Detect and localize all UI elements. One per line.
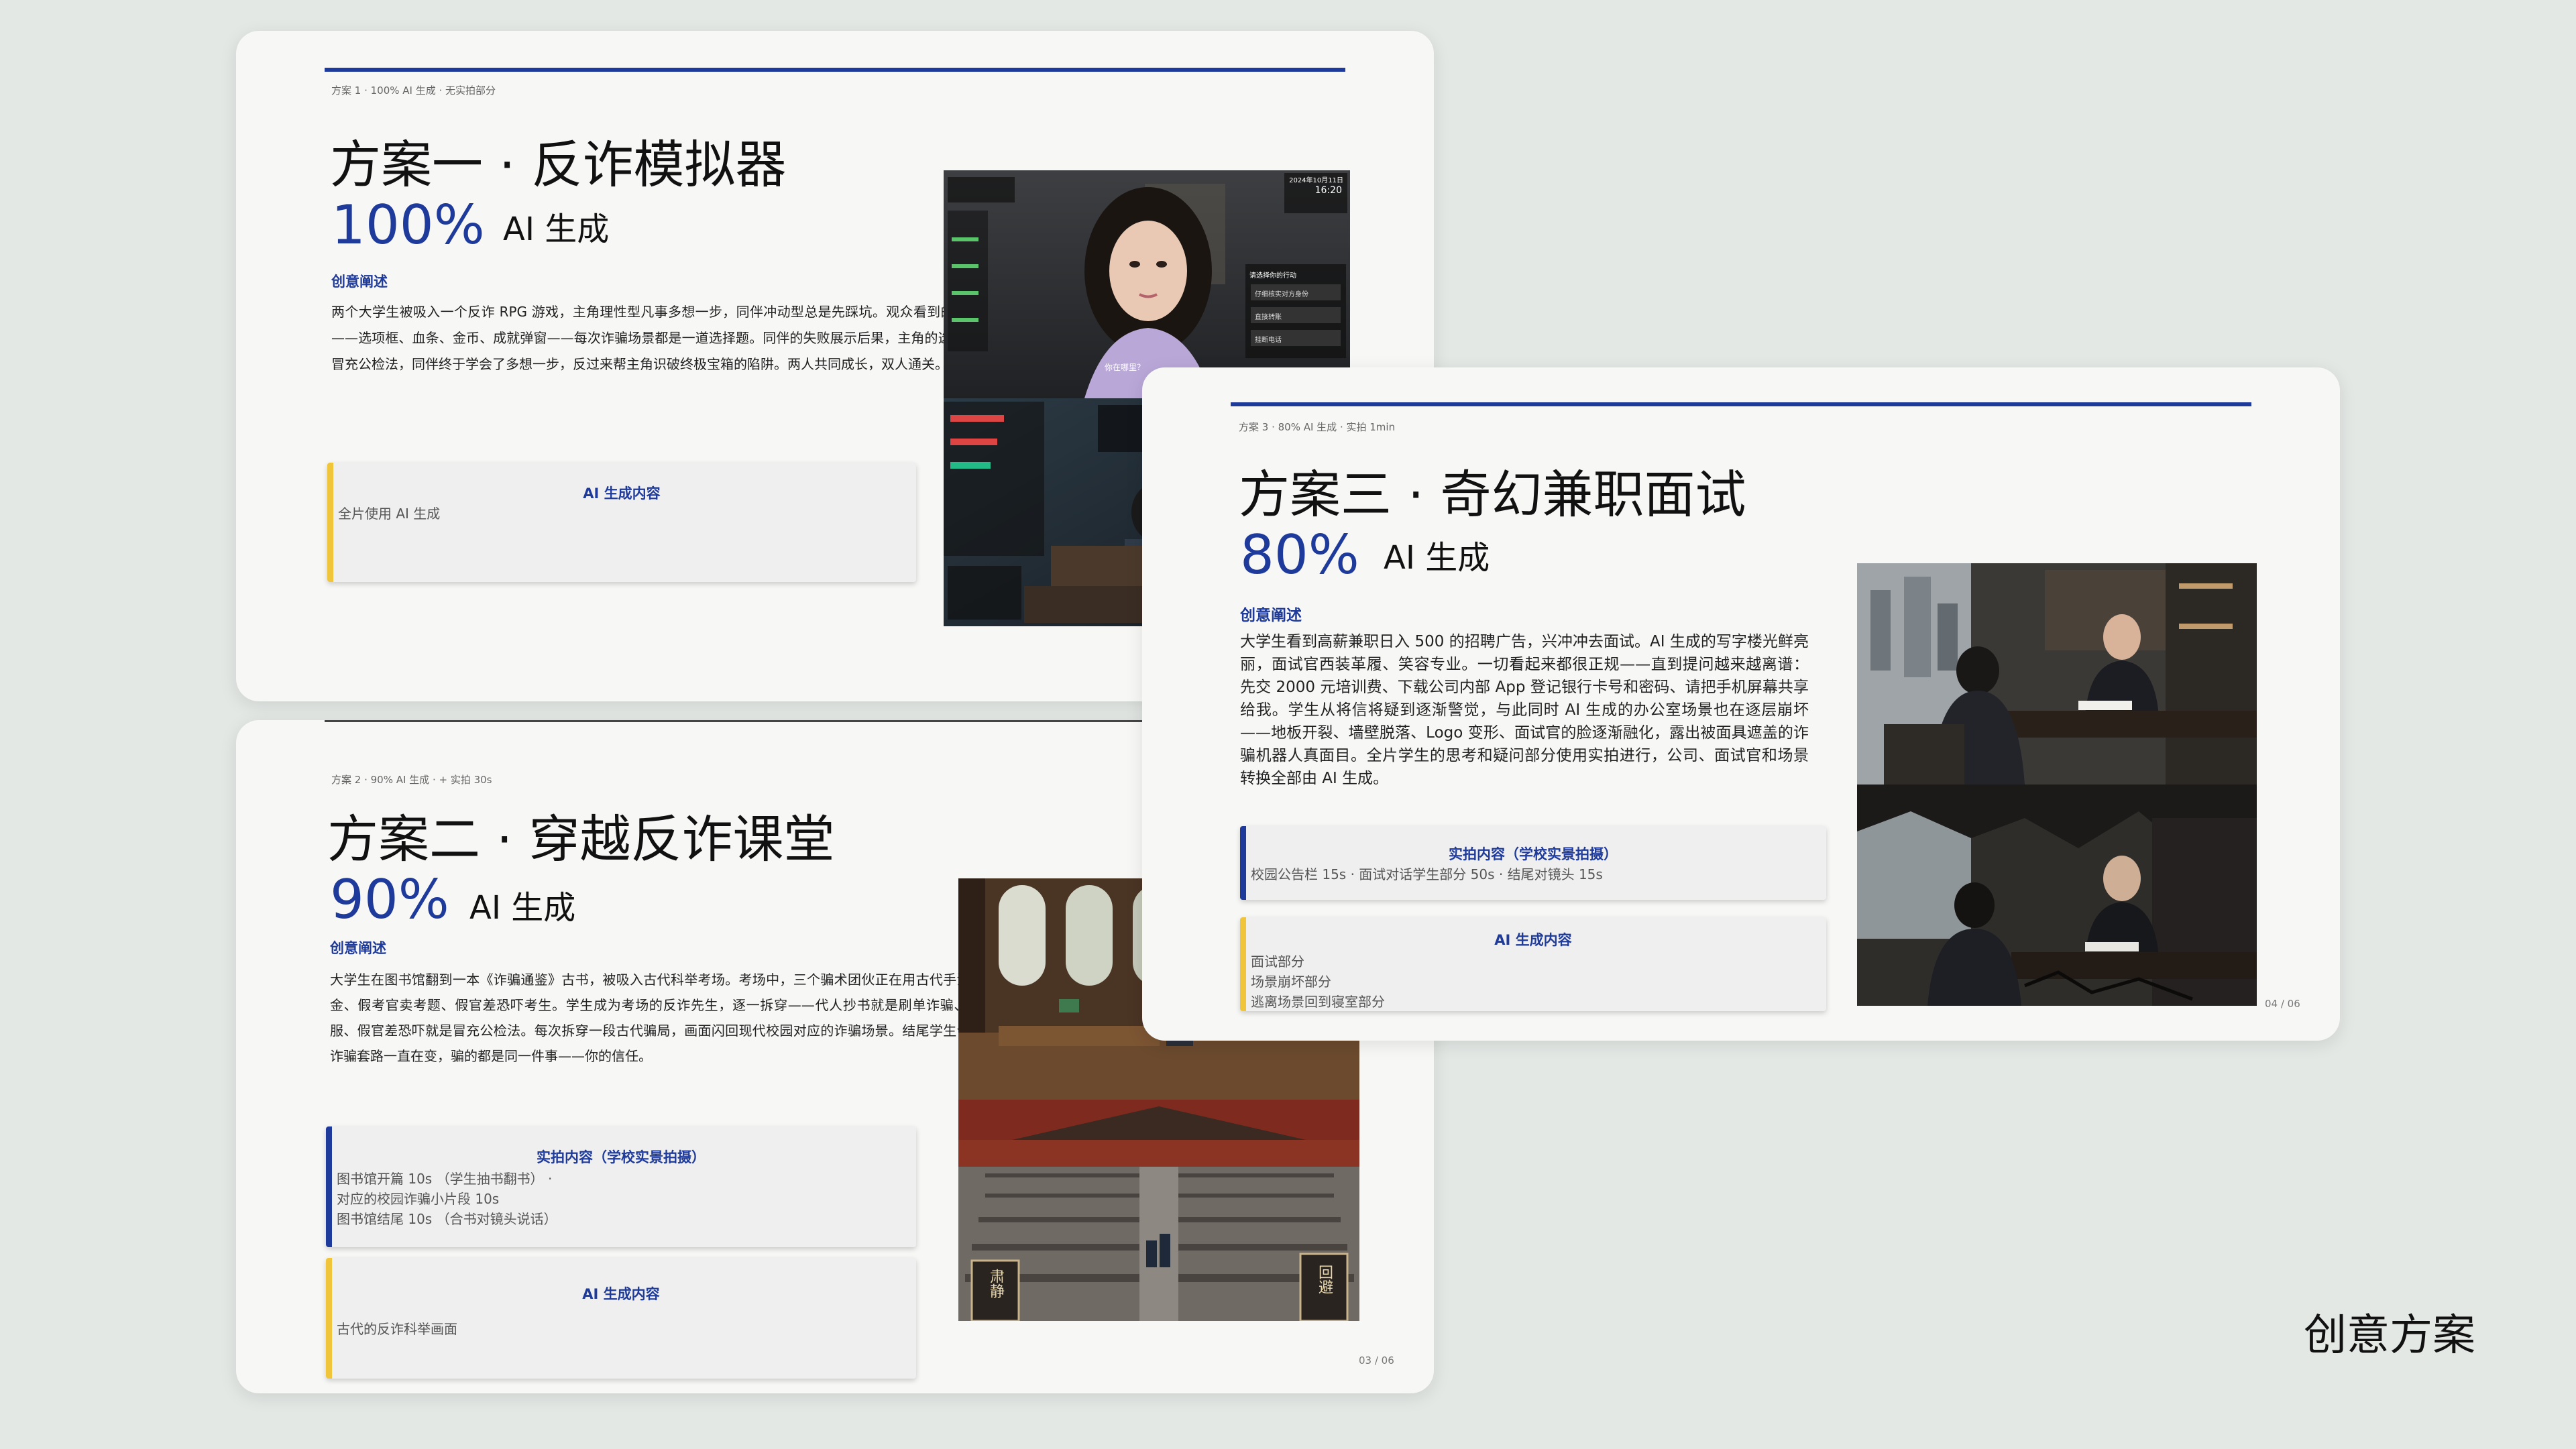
box-line: 图书馆开篇 10s （学生抽书翻书） · bbox=[337, 1171, 553, 1187]
game-time-date: 2024年10月11日 bbox=[1289, 177, 1343, 184]
box-title: AI 生成内容 bbox=[582, 1286, 660, 1302]
plan3-card: 方案 3 · 80% AI 生成 · 实拍 1min 方案三 · 奇幻兼职面试 … bbox=[1142, 367, 2340, 1041]
plan2-ai-box: AI 生成内容 古代的反诈科举画面 bbox=[326, 1258, 916, 1379]
box-line: 面试部分 bbox=[1251, 953, 1304, 970]
plan3-collapse-image bbox=[1857, 785, 2257, 1006]
sign-left: 肃静 bbox=[987, 1269, 1004, 1298]
plan1-percent: 100% bbox=[331, 194, 485, 256]
box-line: 图书馆结尾 10s （合书对镜头说话） bbox=[337, 1211, 557, 1227]
plan2-page-number: 03 / 06 bbox=[1359, 1354, 1394, 1367]
game-option: 仔细核实对方身份 bbox=[1255, 291, 1308, 298]
plan3-title: 方案三 · 奇幻兼职面试 bbox=[1239, 465, 1746, 524]
plan3-meta: 方案 3 · 80% AI 生成 · 实拍 1min bbox=[1239, 421, 1396, 433]
plan3-percent-label: AI 生成 bbox=[1384, 539, 1490, 577]
box-line: 对应的校园诈骗小片段 10s bbox=[337, 1191, 500, 1207]
box-title: 实拍内容（学校实景拍摄） bbox=[537, 1149, 706, 1165]
plan3-body: 大学生看到高薪兼职日入 500 的招聘广告，兴冲冲去面试。AI 生成的写字楼光鲜… bbox=[1240, 633, 1809, 787]
plan3-live-box: 实拍内容（学校实景拍摄） 校园公告栏 15s · 面试对话学生部分 50s · … bbox=[1240, 826, 1826, 900]
box-line: 全片使用 AI 生成 bbox=[338, 506, 441, 522]
plan2-exam-hall-image: 肃静 回避 bbox=[958, 1100, 1359, 1321]
game-time-clock: 16:20 bbox=[1314, 185, 1342, 196]
box-accent-bar bbox=[326, 1126, 332, 1247]
plan2-percent: 90% bbox=[330, 868, 449, 931]
plan1-top-rule bbox=[325, 68, 1345, 72]
slide-caption: 创意方案 bbox=[2304, 1311, 2475, 1360]
plan1-meta: 方案 1 · 100% AI 生成 · 无实拍部分 bbox=[331, 84, 496, 97]
box-title: 实拍内容（学校实景拍摄） bbox=[1449, 846, 1618, 862]
plan1-section-heading: 创意阐述 bbox=[331, 274, 388, 290]
game-option: 挂断电话 bbox=[1255, 337, 1282, 344]
box-title: AI 生成内容 bbox=[583, 485, 661, 502]
plan2-meta: 方案 2 · 90% AI 生成 · + 实拍 30s bbox=[331, 774, 492, 786]
plan3-section-heading: 创意阐述 bbox=[1240, 607, 1302, 624]
box-line: 校园公告栏 15s · 面试对话学生部分 50s · 结尾对镜头 15s bbox=[1251, 866, 1603, 882]
box-title: AI 生成内容 bbox=[1494, 932, 1572, 948]
crumbling-office-scene bbox=[1857, 785, 2257, 1006]
plan2-percent-label: AI 生成 bbox=[469, 889, 576, 927]
box-accent-bar bbox=[326, 1258, 332, 1379]
plan3-office-image bbox=[1857, 563, 2257, 785]
plan2-title: 方案二 · 穿越反诈课堂 bbox=[327, 809, 835, 869]
plan2-section-heading: 创意阐述 bbox=[330, 940, 386, 956]
box-line: 场景崩坏部分 bbox=[1251, 974, 1331, 990]
plan1-title: 方案一 · 反诈模拟器 bbox=[330, 135, 787, 194]
game-subtitle: 你在哪里？ bbox=[1105, 363, 1145, 372]
box-accent-bar bbox=[327, 463, 333, 582]
ancient-exam-hall-scene bbox=[958, 1100, 1359, 1321]
box-line: 逃离场景回到寝室部分 bbox=[1251, 994, 1385, 1010]
plan3-ai-box: AI 生成内容 面试部分 场景崩坏部分 逃离场景回到寝室部分 bbox=[1240, 917, 1826, 1011]
plan1-ai-box: AI 生成内容 全片使用 AI 生成 bbox=[327, 463, 916, 582]
sign-right: 回避 bbox=[1316, 1265, 1333, 1294]
plan3-page-number: 04 / 06 bbox=[2265, 998, 2300, 1010]
plan3-percent: 80% bbox=[1240, 524, 1359, 586]
game-prompt: 请选择你的行动 bbox=[1249, 272, 1296, 280]
game-option: 直接转账 bbox=[1255, 314, 1282, 321]
plan3-top-rule bbox=[1231, 402, 2251, 406]
plan1-percent-label: AI 生成 bbox=[503, 211, 610, 248]
office-interview-scene bbox=[1857, 563, 2257, 785]
box-line: 古代的反诈科举画面 bbox=[337, 1321, 457, 1337]
plan2-live-box: 实拍内容（学校实景拍摄） 图书馆开篇 10s （学生抽书翻书） · 对应的校园诈… bbox=[326, 1126, 916, 1247]
